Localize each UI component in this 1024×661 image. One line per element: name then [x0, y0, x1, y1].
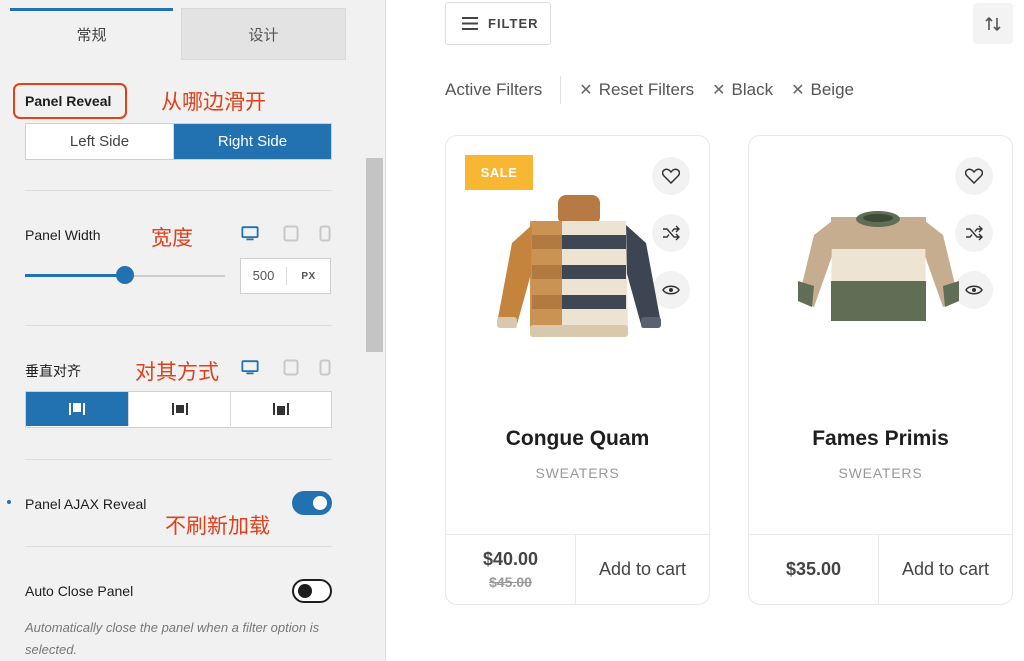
filter-button[interactable]: FILTER [445, 2, 551, 45]
product-card[interactable]: Fames Primis SWEATERS $35.00 Add to cart [748, 135, 1013, 605]
divider [25, 459, 332, 460]
right-side-option[interactable]: Right Side [173, 124, 331, 159]
close-icon: ✕ [791, 82, 805, 99]
product-price: $35.00 [785, 559, 842, 579]
panel-width-slider-fill [25, 274, 125, 277]
vertical-align-switcher [25, 391, 332, 428]
filter-menu-icon [462, 17, 478, 30]
product-category[interactable]: SWEATERS [749, 465, 1012, 481]
scrollbar-thumb[interactable] [366, 158, 383, 352]
divider [25, 546, 332, 547]
sort-button[interactable] [973, 3, 1013, 44]
close-icon: ✕ [712, 82, 726, 99]
panel-width-slider-handle[interactable] [116, 266, 134, 284]
panel-width-value[interactable]: 500 [241, 267, 287, 285]
active-filters-bar: Active Filters ✕ Reset Filters ✕ Black ✕ Be… [445, 76, 872, 104]
active-filters-label: Active Filters [445, 80, 543, 99]
tablet-icon[interactable] [282, 358, 300, 376]
panel-reveal-label: Panel Reveal [25, 93, 112, 109]
align-bottom-option[interactable] [230, 392, 331, 426]
beige-filter-chip[interactable]: ✕ Beige [791, 80, 854, 100]
tablet-icon[interactable] [282, 224, 300, 242]
desktop-icon[interactable] [241, 358, 259, 376]
product-image[interactable] [494, 193, 664, 353]
add-to-cart-button[interactable]: Add to cart [576, 535, 709, 604]
chip-label: Beige [810, 80, 854, 99]
chip-label: Reset Filters [598, 80, 695, 99]
filter-button-label: FILTER [488, 16, 539, 31]
panel-ajax-reveal-toggle[interactable] [292, 491, 332, 515]
product-card[interactable]: SALE Congue Quam SWEATERS $40.00 $45.00 … [445, 135, 710, 605]
product-name[interactable]: Fames Primis [749, 427, 1012, 451]
settings-tabs: 常规 设计 [10, 8, 346, 60]
panel-width-unit[interactable]: PX [287, 271, 330, 282]
reset-filters-chip[interactable]: ✕ Reset Filters [579, 80, 694, 100]
product-old-price: $45.00 [489, 574, 532, 590]
divider [25, 190, 332, 191]
settings-panel: ▲ 常规 设计 Panel Reveal 从哪边滑开 Left Side Rig… [0, 0, 386, 661]
wishlist-heart-icon[interactable] [652, 157, 690, 195]
left-side-option[interactable]: Left Side [26, 124, 173, 159]
black-filter-chip[interactable]: ✕ Black [712, 80, 773, 100]
shop-preview: FILTER Active Filters ✕ Reset Filters ✕ Bl… [416, 0, 1024, 661]
panel-width-input[interactable]: 500 PX [240, 258, 331, 294]
product-image[interactable] [796, 211, 961, 331]
panel-reveal-annotation: 从哪边滑开 [161, 90, 266, 114]
tab-general[interactable]: 常规 [10, 8, 173, 60]
desktop-icon[interactable] [241, 224, 259, 242]
price-block: $40.00 $45.00 [446, 535, 576, 604]
toggle-knob [298, 584, 312, 598]
add-to-cart-button[interactable]: Add to cart [879, 535, 1012, 604]
vertical-align-annotation: 对其方式 [135, 360, 219, 384]
align-bottom-icon [273, 403, 289, 415]
auto-close-panel-toggle[interactable] [292, 579, 332, 603]
mobile-icon[interactable] [316, 358, 334, 376]
align-top-icon [69, 403, 85, 415]
product-price: $40.00 [482, 549, 539, 569]
chip-label: Black [731, 80, 774, 99]
panel-ajax-reveal-annotation: 不刷新加载 [165, 514, 270, 538]
wishlist-heart-icon[interactable] [955, 157, 993, 195]
sort-icon [985, 16, 1001, 31]
product-name[interactable]: Congue Quam [446, 427, 709, 451]
vertical-align-label: 垂直对齐 [25, 363, 81, 379]
align-middle-option[interactable] [128, 392, 230, 426]
sale-badge: SALE [465, 155, 533, 190]
auto-close-panel-label: Auto Close Panel [25, 583, 134, 599]
divider [25, 325, 332, 326]
divider [560, 76, 562, 104]
panel-width-annotation: 宽度 [151, 226, 193, 250]
toggle-knob [313, 496, 327, 510]
align-top-option[interactable] [26, 392, 128, 426]
mobile-icon[interactable] [316, 224, 334, 242]
align-middle-icon [171, 403, 188, 415]
close-icon: ✕ [579, 82, 593, 99]
panel-ajax-reveal-label: Panel AJAX Reveal [25, 496, 147, 512]
product-footer: $35.00 Add to cart [749, 534, 1012, 604]
tab-design[interactable]: 设计 [181, 8, 346, 60]
product-category[interactable]: SWEATERS [446, 465, 709, 481]
auto-close-panel-description: Automatically close the panel when a fil… [25, 620, 320, 657]
product-footer: $40.00 $45.00 Add to cart [446, 534, 709, 604]
panel-reveal-switcher: Left Side Right Side [25, 123, 332, 160]
price-block: $35.00 [749, 535, 879, 604]
panel-width-label: Panel Width [25, 227, 101, 243]
modified-indicator-dot [7, 500, 11, 504]
